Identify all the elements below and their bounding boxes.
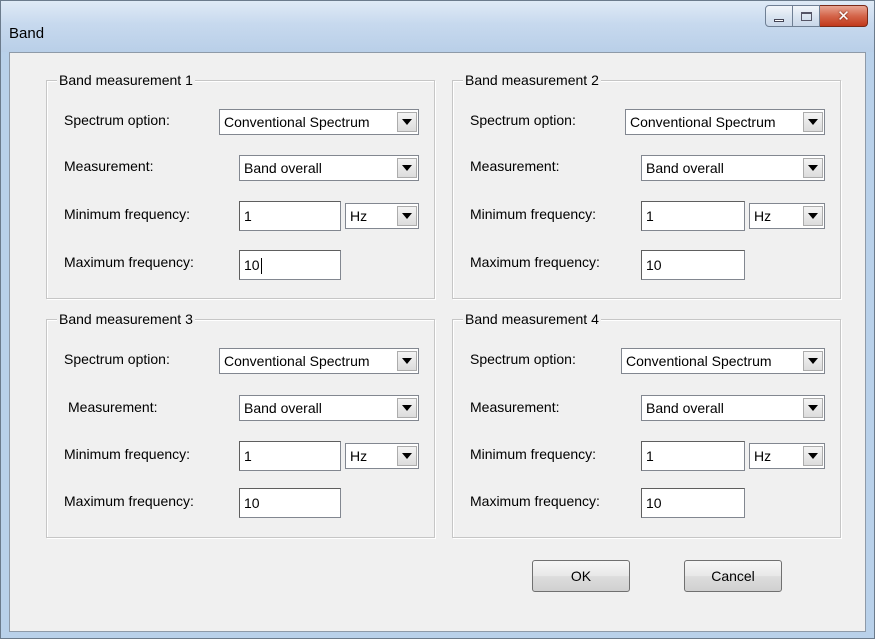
chevron-down-icon[interactable] xyxy=(803,398,823,418)
minimum-frequency-input[interactable]: 1 xyxy=(239,201,341,231)
chevron-down-icon[interactable] xyxy=(397,398,417,418)
maximize-icon xyxy=(800,11,812,21)
ok-button[interactable]: OK xyxy=(532,560,630,592)
chevron-down-icon[interactable] xyxy=(397,158,417,178)
maximum-frequency-label: Maximum frequency: xyxy=(470,493,600,509)
maximum-frequency-label: Maximum frequency: xyxy=(64,254,194,270)
minimum-frequency-input[interactable]: 1 xyxy=(641,201,745,231)
cancel-button[interactable]: Cancel xyxy=(684,560,782,592)
chevron-down-icon[interactable] xyxy=(803,206,823,226)
band-measurement-2-group: Band measurement 2 Spectrum option: Conv… xyxy=(452,71,841,299)
maximum-frequency-input[interactable]: 10 xyxy=(641,488,745,518)
frequency-unit-select[interactable]: Hz xyxy=(345,443,419,469)
band-measurement-1-group: Band measurement 1 Spectrum option: Conv… xyxy=(46,71,435,299)
measurement-value: Band overall xyxy=(244,400,322,416)
spectrum-option-select[interactable]: Conventional Spectrum xyxy=(219,109,419,135)
maximum-frequency-input[interactable]: 10 xyxy=(239,488,341,518)
measurement-select[interactable]: Band overall xyxy=(641,395,825,421)
minimum-frequency-label: Minimum frequency: xyxy=(64,446,191,462)
spectrum-option-label: Spectrum option: xyxy=(64,351,170,367)
window-title: Band xyxy=(9,25,45,42)
frequency-unit-value: Hz xyxy=(350,448,368,464)
spectrum-option-value: Conventional Spectrum xyxy=(224,114,370,130)
measurement-select[interactable]: Band overall xyxy=(641,155,825,181)
window-controls: ✕ xyxy=(765,5,868,31)
measurement-value: Band overall xyxy=(646,160,724,176)
chevron-down-icon[interactable] xyxy=(397,112,417,132)
spectrum-option-label: Spectrum option: xyxy=(470,351,576,367)
chevron-down-icon[interactable] xyxy=(397,206,417,226)
close-button[interactable]: ✕ xyxy=(820,5,868,27)
measurement-label: Measurement: xyxy=(470,399,560,415)
close-icon: ✕ xyxy=(837,7,850,25)
measurement-select[interactable]: Band overall xyxy=(239,395,419,421)
maximum-frequency-label: Maximum frequency: xyxy=(64,493,194,509)
minimum-frequency-input[interactable]: 1 xyxy=(641,441,745,471)
group-title: Band measurement 1 xyxy=(57,71,195,89)
spectrum-option-label: Spectrum option: xyxy=(64,112,170,128)
measurement-value: Band overall xyxy=(244,160,322,176)
spectrum-option-label: Spectrum option: xyxy=(470,112,576,128)
minimum-frequency-label: Minimum frequency: xyxy=(64,206,191,222)
chevron-down-icon[interactable] xyxy=(397,351,417,371)
minimum-frequency-input[interactable]: 1 xyxy=(239,441,341,471)
spectrum-option-select[interactable]: Conventional Spectrum xyxy=(219,348,419,374)
minimize-button[interactable] xyxy=(765,5,793,27)
frequency-unit-value: Hz xyxy=(350,208,368,224)
maximum-frequency-input[interactable]: 10 xyxy=(641,250,745,280)
minimize-icon xyxy=(774,18,784,22)
text-caret xyxy=(260,258,262,275)
minimum-frequency-label: Minimum frequency: xyxy=(470,206,597,222)
measurement-label: Measurement: xyxy=(470,158,560,174)
measurement-label: Measurement: xyxy=(64,158,154,174)
maximum-frequency-label: Maximum frequency: xyxy=(470,254,600,270)
spectrum-option-value: Conventional Spectrum xyxy=(626,353,772,369)
dialog-client-area: Band measurement 1 Spectrum option: Conv… xyxy=(9,52,866,632)
measurement-value: Band overall xyxy=(646,400,724,416)
minimum-frequency-label: Minimum frequency: xyxy=(470,446,597,462)
measurement-select[interactable]: Band overall xyxy=(239,155,419,181)
group-title: Band measurement 4 xyxy=(463,310,601,328)
group-title: Band measurement 3 xyxy=(57,310,195,328)
measurement-label: Measurement: xyxy=(68,399,158,415)
spectrum-option-value: Conventional Spectrum xyxy=(630,114,776,130)
frequency-unit-value: Hz xyxy=(754,208,772,224)
spectrum-option-select[interactable]: Conventional Spectrum xyxy=(625,109,825,135)
maximum-frequency-value: 10 xyxy=(244,257,260,273)
band-measurement-3-group: Band measurement 3 Spectrum option: Conv… xyxy=(46,310,435,538)
frequency-unit-select[interactable]: Hz xyxy=(749,203,825,229)
frequency-unit-value: Hz xyxy=(754,448,772,464)
spectrum-option-value: Conventional Spectrum xyxy=(224,353,370,369)
chevron-down-icon[interactable] xyxy=(397,446,417,466)
title-bar[interactable]: Band ✕ xyxy=(1,1,874,52)
maximize-button[interactable] xyxy=(793,5,820,27)
chevron-down-icon[interactable] xyxy=(803,112,823,132)
frequency-unit-select[interactable]: Hz xyxy=(345,203,419,229)
chevron-down-icon[interactable] xyxy=(803,158,823,178)
band-dialog-window: Band ✕ Band measurement 1 Spectrum optio… xyxy=(0,0,875,639)
maximum-frequency-input[interactable]: 10 xyxy=(239,250,341,280)
band-measurement-4-group: Band measurement 4 Spectrum option: Conv… xyxy=(452,310,841,538)
chevron-down-icon[interactable] xyxy=(803,446,823,466)
spectrum-option-select[interactable]: Conventional Spectrum xyxy=(621,348,825,374)
chevron-down-icon[interactable] xyxy=(803,351,823,371)
group-title: Band measurement 2 xyxy=(463,71,601,89)
frequency-unit-select[interactable]: Hz xyxy=(749,443,825,469)
